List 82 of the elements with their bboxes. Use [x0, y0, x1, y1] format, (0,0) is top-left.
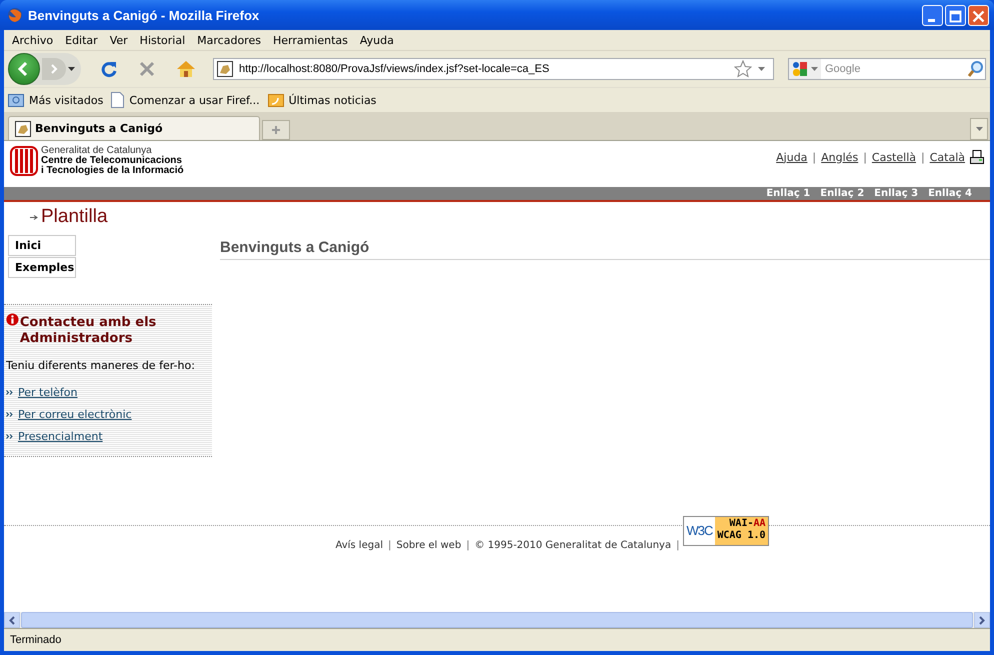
sidebar-item[interactable]: Inici — [8, 235, 76, 256]
nav-link[interactable]: Enllaç 3 — [874, 188, 918, 199]
tab-list-button[interactable] — [970, 118, 988, 140]
section-title: Plantilla — [41, 206, 108, 228]
menu-item[interactable]: Ver — [104, 34, 135, 46]
search-engine-icon — [792, 61, 808, 77]
page-heading: Benvinguts a Canigó — [220, 239, 990, 260]
site-icon — [217, 61, 233, 77]
scroll-left-button[interactable] — [4, 612, 20, 628]
double-chevron-icon — [6, 434, 13, 439]
logo-text: Centre de Telecomunicacions — [41, 156, 182, 166]
footer-link[interactable]: Sobre el web — [396, 540, 462, 551]
separator: | — [676, 540, 680, 551]
browser-tab[interactable]: Benvinguts a Canigó — [8, 116, 260, 140]
contact-link[interactable]: Per correu electrònic — [18, 408, 132, 421]
menu-item[interactable]: Herramientas — [268, 34, 355, 46]
star-icon[interactable] — [734, 60, 752, 78]
nav-link[interactable]: Enllaç 1 — [766, 188, 810, 199]
badge-version: WCAG 1.0 — [717, 530, 766, 542]
dropdown-icon[interactable] — [758, 67, 765, 71]
home-icon[interactable] — [176, 60, 196, 78]
caret-icon — [976, 127, 982, 131]
language-link[interactable]: Anglés — [821, 150, 858, 164]
url-text: http://localhost:8080/ProvaJsf/views/index.jsf?set-locale=ca_ES — [239, 63, 550, 75]
window-title: Benvinguts a Canigó - Mozilla Firefox — [28, 8, 260, 22]
minimize-icon — [928, 18, 935, 22]
language-link[interactable]: Ajuda — [776, 150, 808, 164]
separator: | — [812, 150, 816, 164]
badge-logo-text: W3C — [684, 517, 716, 545]
address-bar[interactable]: http://localhost:8080/ProvaJsf/views/index.jsf?set-locale=ca_ES — [213, 58, 774, 80]
separator: | — [466, 540, 470, 551]
chevron-left-icon — [9, 616, 15, 624]
language-link[interactable]: Català — [930, 150, 965, 164]
reload-icon[interactable] — [100, 60, 118, 78]
nav-link[interactable]: Enllaç 4 — [928, 188, 972, 199]
status-text: Terminado — [10, 634, 62, 646]
contact-text: Teniu diferents maneres de fer-ho: — [6, 359, 196, 372]
bookmark-item[interactable]: Más visitados — [8, 93, 104, 107]
site-icon — [15, 120, 31, 136]
minimize-button[interactable] — [922, 4, 943, 26]
bookmark-item[interactable]: Comenzar a usar Firef... — [111, 92, 260, 108]
menu-item[interactable]: Historial — [134, 34, 192, 46]
printer-icon[interactable] — [970, 150, 984, 164]
menu-item[interactable]: Archivo — [7, 34, 60, 46]
contact-title: Contacteu amb els Administradors — [20, 314, 158, 347]
search-engine-button[interactable] — [789, 59, 821, 79]
folder-icon — [8, 93, 24, 107]
contact-link[interactable]: Per telèfon — [18, 386, 78, 399]
menu-item[interactable]: Marcadores — [192, 34, 268, 46]
contact-link[interactable]: Presencialment — [18, 430, 103, 443]
page-icon — [111, 92, 124, 108]
bookmark-item[interactable]: Últimas noticias — [268, 93, 376, 107]
footer-link[interactable]: Avís legal — [335, 540, 383, 551]
firefox-icon — [7, 7, 23, 23]
menu-item[interactable]: Editar — [60, 34, 105, 46]
separator: | — [921, 150, 925, 164]
language-link[interactable]: Castellà — [872, 150, 916, 164]
chevron-right-icon — [979, 616, 985, 624]
separator: | — [388, 540, 392, 551]
logo-text: i Tecnologies de la Informació — [41, 166, 184, 176]
maximize-button[interactable] — [945, 4, 966, 26]
feed-icon — [268, 93, 284, 107]
dropdown-icon — [811, 67, 818, 71]
separator: | — [863, 150, 867, 164]
copyright-text: © 1995-2010 Generalitat de Catalunya — [474, 540, 672, 551]
nav-link[interactable]: Enllaç 2 — [820, 188, 864, 199]
back-button[interactable] — [8, 53, 40, 85]
double-chevron-icon — [6, 412, 13, 417]
plus-icon — [271, 125, 281, 135]
scroll-right-button[interactable] — [974, 612, 990, 628]
sidebar-item[interactable]: Exemples — [8, 257, 76, 278]
double-chevron-icon — [6, 390, 13, 395]
search-icon[interactable] — [967, 60, 985, 78]
menu-item[interactable]: Ayuda — [354, 34, 401, 46]
search-bar[interactable]: Google — [788, 58, 986, 80]
logo-text: Generalitat de Catalunya — [41, 146, 152, 156]
dropdown-icon[interactable] — [68, 67, 75, 71]
info-icon — [6, 311, 19, 328]
arrow-icon — [30, 214, 38, 220]
logo-icon — [10, 146, 38, 176]
close-button[interactable] — [968, 4, 989, 26]
badge-label: WAI-AA — [729, 518, 766, 530]
